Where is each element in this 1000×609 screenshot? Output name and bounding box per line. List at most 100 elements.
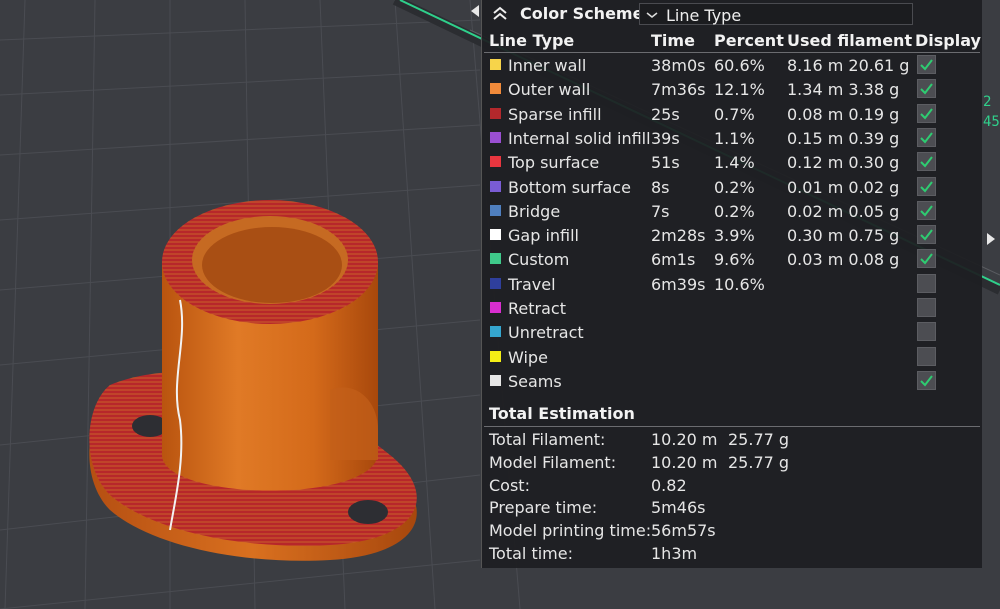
- line-type-percent: 3.9%: [714, 226, 755, 246]
- display-checkbox[interactable]: [917, 298, 936, 317]
- estimation-label: Model Filament:: [489, 452, 617, 472]
- line-type-name: Seams: [508, 371, 562, 391]
- display-checkbox[interactable]: [917, 176, 936, 196]
- line-type-name: Bottom surface: [508, 177, 631, 197]
- line-type-percent: 0.7%: [714, 104, 755, 124]
- estimation-value-2: 25.77 g: [728, 430, 790, 449]
- checkmark-icon: [920, 205, 933, 217]
- line-type-percent: 10.6%: [714, 274, 765, 294]
- checkmark-icon: [920, 156, 933, 168]
- line-type-row: Seams: [482, 369, 982, 393]
- estimation-value: 0.82: [651, 475, 687, 495]
- estimation-row: Prepare time: 5m46s: [482, 496, 982, 518]
- checkmark-icon: [920, 253, 933, 265]
- line-type-filament: 1.34 m 3.38 g: [787, 80, 900, 100]
- line-type-time: 38m0s: [651, 56, 706, 75]
- line-type-name: Unretract: [508, 323, 584, 343]
- line-type-time: 7s: [651, 201, 670, 221]
- line-type-percent: 9.6%: [714, 250, 755, 270]
- line-type-name: Wipe: [508, 347, 548, 367]
- display-checkbox[interactable]: [917, 55, 936, 74]
- arrow-left-icon[interactable]: [985, 232, 997, 246]
- total-estimation-title: Total Estimation: [489, 404, 635, 423]
- display-checkbox[interactable]: [917, 322, 936, 342]
- legend-panel: Color Scheme Line Type Line Type Time Pe…: [481, 0, 982, 568]
- line-type-row: Travel 6m39s 10.6%: [482, 272, 982, 296]
- line-type-filament: 0.30 m 0.75 g: [787, 226, 900, 246]
- estimation-label: Prepare time:: [489, 498, 598, 518]
- line-type-row: Bridge 7s 0.2% 0.02 m 0.05 g: [482, 199, 982, 223]
- display-checkbox[interactable]: [917, 103, 936, 123]
- estimation-row: Total Filament: 10.20 m 25.77 g: [482, 428, 982, 450]
- color-swatch: [490, 277, 501, 289]
- color-swatch: [490, 83, 501, 95]
- line-type-filament: 8.16 m 20.61 g: [787, 56, 910, 75]
- line-type-row: Sparse infill 25s 0.7% 0.08 m 0.19 g: [482, 102, 982, 126]
- estimation-label: Cost:: [489, 475, 530, 495]
- col-header-percent: Percent: [714, 31, 784, 50]
- display-checkbox[interactable]: [917, 200, 936, 220]
- estimation-value: 5m46s: [651, 498, 706, 518]
- line-type-row: Unretract: [482, 320, 982, 344]
- line-type-name: Top surface: [508, 153, 600, 173]
- color-swatch: [490, 350, 501, 362]
- color-swatch: [490, 156, 501, 168]
- display-checkbox[interactable]: [917, 225, 936, 245]
- line-type-time: 2m28s: [651, 226, 706, 246]
- color-swatch: [490, 204, 501, 216]
- chevron-down-icon: [646, 12, 658, 18]
- arrow-right-icon[interactable]: [470, 4, 480, 18]
- estimation-value-2: 25.77 g: [728, 452, 790, 472]
- estimation-label: Total Filament:: [489, 430, 606, 449]
- display-checkbox[interactable]: [917, 152, 936, 172]
- estimation-value: 10.20 m: [651, 452, 718, 472]
- color-swatch: [490, 180, 501, 192]
- line-type-time: 51s: [651, 153, 680, 173]
- display-checkbox[interactable]: [917, 273, 936, 293]
- line-type-percent: 0.2%: [714, 177, 755, 197]
- line-type-name: Travel: [508, 274, 556, 294]
- color-scheme-value: Line Type: [666, 6, 742, 25]
- line-type-filament: 0.01 m 0.02 g: [787, 177, 900, 197]
- line-type-time: 25s: [651, 104, 680, 124]
- line-type-percent: 1.1%: [714, 128, 755, 148]
- line-type-filament: 0.03 m 0.08 g: [787, 250, 900, 270]
- edge-label-1: 2: [983, 94, 992, 110]
- estimation-value: 10.20 m: [651, 430, 718, 449]
- line-type-row: Internal solid infill 39s 1.1% 0.15 m 0.39 …: [482, 126, 982, 150]
- display-checkbox[interactable]: [917, 346, 936, 366]
- line-type-time: 6m39s: [651, 274, 706, 294]
- display-checkbox[interactable]: [917, 249, 936, 269]
- edge-label-2: 45: [983, 114, 1000, 130]
- color-scheme-title: Color Scheme: [520, 4, 644, 23]
- line-type-name: Gap infill: [508, 226, 579, 246]
- estimation-row: Total time: 1h3m: [482, 542, 982, 564]
- line-type-time: 39s: [651, 128, 680, 148]
- line-type-name: Bridge: [508, 201, 561, 221]
- line-type-row: Gap infill 2m28s 3.9% 0.30 m 0.75 g: [482, 223, 982, 247]
- line-type-percent: 0.2%: [714, 201, 755, 221]
- checkmark-icon: [920, 375, 933, 387]
- display-checkbox[interactable]: [917, 127, 936, 147]
- estimation-label: Total time:: [489, 544, 573, 563]
- col-header-time: Time: [651, 31, 695, 50]
- col-header-used-filament: Used filament: [787, 31, 913, 50]
- line-type-row: Retract: [482, 296, 982, 320]
- display-checkbox[interactable]: [917, 370, 936, 390]
- line-type-percent: 12.1%: [714, 80, 765, 100]
- line-type-name: Inner wall: [508, 56, 587, 75]
- color-swatch: [490, 326, 501, 338]
- display-checkbox[interactable]: [917, 79, 936, 99]
- line-type-filament: 0.02 m 0.05 g: [787, 201, 900, 221]
- line-type-time: 7m36s: [651, 80, 706, 100]
- collapse-up-icon[interactable]: [490, 4, 510, 24]
- line-type-row: Top surface 51s 1.4% 0.12 m 0.30 g: [482, 150, 982, 174]
- color-scheme-select[interactable]: Line Type: [639, 3, 913, 25]
- color-swatch: [490, 131, 501, 143]
- color-swatch: [490, 374, 501, 386]
- line-type-row: Bottom surface 8s 0.2% 0.01 m 0.02 g: [482, 175, 982, 199]
- estimation-row: Model Filament: 10.20 m 25.77 g: [482, 451, 982, 473]
- col-header-line-type: Line Type: [489, 31, 575, 50]
- line-type-filament: 0.08 m 0.19 g: [787, 104, 900, 124]
- line-type-filament: 0.12 m 0.30 g: [787, 153, 900, 173]
